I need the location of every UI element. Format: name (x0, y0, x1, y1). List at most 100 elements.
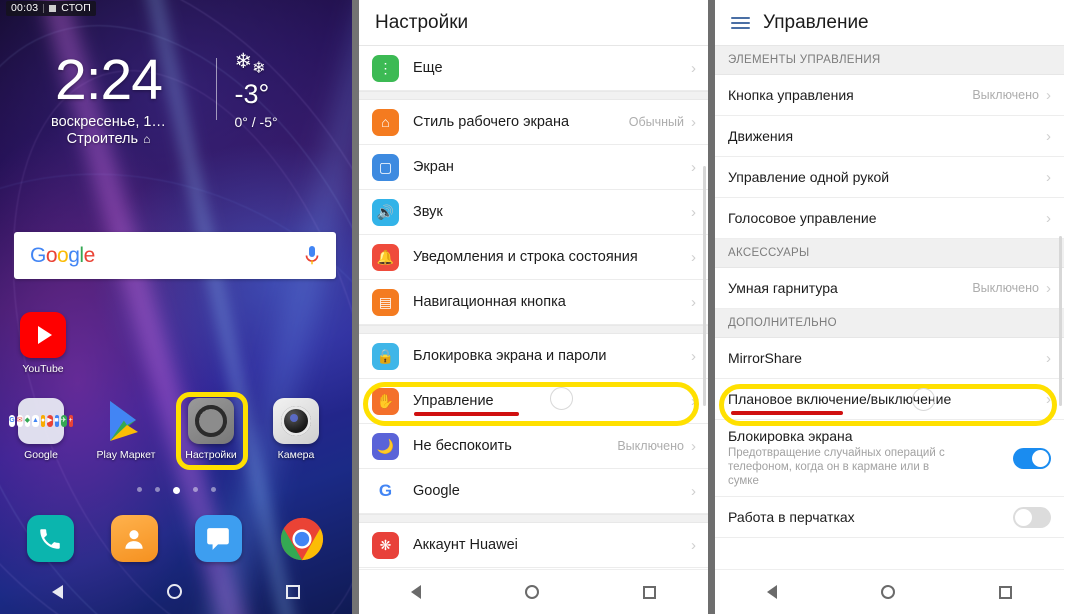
settings-row-dnd[interactable]: 🌙 Не беспокоить Выключено › (359, 424, 708, 469)
scrollbar[interactable] (703, 166, 706, 406)
home-icon[interactable] (167, 584, 182, 599)
app-google-folder[interactable]: G ✉ ◆ ▲ ● ▶ ■ ✈ + Google (8, 398, 74, 461)
contacts-icon[interactable] (110, 515, 158, 562)
scrollbar[interactable] (1059, 236, 1062, 406)
three-phone-screenshots: 00:03 СТОП 2:24 воскресенье, 1… Строител… (0, 0, 1070, 614)
settings-panel: Настройки ⋮ Еще › ⌂ Стиль рабочего экран… (359, 0, 708, 614)
row-label: Еще (413, 60, 443, 76)
row-subtitle: Предотвращение случайных операций с теле… (728, 447, 945, 487)
row-value: Выключено (972, 281, 1039, 295)
back-icon[interactable] (52, 584, 63, 599)
status-bar: 00:03 СТОП (0, 0, 352, 17)
stop-square-icon (49, 4, 57, 12)
chevron-right-icon: › (691, 113, 696, 131)
row-label: Навигационная кнопка (413, 294, 566, 310)
app-settings[interactable]: Настройки (178, 398, 244, 461)
row-label: Управление одной рукой (728, 169, 890, 185)
row-label: Умная гарнитура (728, 280, 838, 296)
app-camera[interactable]: Камера (263, 398, 329, 461)
recents-icon[interactable] (999, 585, 1012, 599)
home-icon[interactable] (525, 585, 539, 599)
app-label: YouTube (22, 363, 64, 375)
display-icon: ▢ (372, 153, 399, 181)
control-row-mirrorshare[interactable]: MirrorShare › (715, 338, 1064, 379)
navigation-bar (715, 569, 1064, 614)
row-label: Звук (413, 204, 443, 220)
settings-row-notifications[interactable]: 🔔 Уведомления и строка состояния › (359, 235, 708, 280)
group-separator (359, 514, 708, 523)
play-store-icon (103, 398, 149, 444)
section-header-accessories: АКСЕССУАРЫ (715, 239, 1064, 268)
control-row-smart-headset[interactable]: Умная гарнитура Выключено › (715, 268, 1064, 309)
group-separator (359, 91, 708, 100)
settings-row-control[interactable]: ✋ Управление › (359, 379, 708, 424)
section-header-controls: ЭЛЕМЕНТЫ УПРАВЛЕНИЯ (715, 46, 1064, 75)
section-header-additional: ДОПОЛНИТЕЛЬНО (715, 309, 1064, 338)
pill-divider (43, 3, 45, 13)
control-row-motions[interactable]: Движения › (715, 116, 1064, 157)
control-row-one-hand[interactable]: Управление одной рукой › (715, 157, 1064, 198)
app-label: Google (24, 449, 58, 461)
row-label: MirrorShare (728, 350, 802, 366)
row-label: Кнопка управления (728, 87, 854, 103)
settings-row-nav-button[interactable]: ▤ Навигационная кнопка › (359, 280, 708, 325)
youtube-icon (20, 312, 66, 358)
row-label: Уведомления и строка состояния (413, 249, 638, 265)
hamburger-icon[interactable] (731, 16, 750, 29)
chevron-right-icon: › (1046, 168, 1051, 186)
app-youtube[interactable]: YouTube (10, 312, 76, 375)
app-label: Настройки (185, 449, 237, 461)
control-list[interactable]: ЭЛЕМЕНТЫ УПРАВЛЕНИЯ Кнопка управления Вы… (715, 46, 1064, 569)
chevron-right-icon: › (691, 158, 696, 176)
group-separator (359, 325, 708, 334)
home-icon[interactable] (881, 585, 895, 599)
more-icon: ⋮ (372, 54, 399, 82)
settings-row-lockscreen[interactable]: 🔒 Блокировка экрана и пароли › (359, 334, 708, 379)
settings-row-more[interactable]: ⋮ Еще › (359, 46, 708, 91)
underline-mirrorshare (731, 411, 843, 415)
moon-icon: 🌙 (372, 432, 399, 460)
row-label: Плановое включение/выключение (728, 391, 952, 407)
control-header: Управление (715, 0, 1064, 46)
control-row-screen-lock[interactable]: Блокировка экрана Предотвращение случайн… (715, 420, 1064, 497)
gloves-toggle[interactable] (1013, 506, 1051, 528)
stop-label: СТОП (61, 2, 91, 14)
tap-marker-control (550, 387, 573, 410)
control-row-gloves[interactable]: Работа в перчатках (715, 497, 1064, 538)
chevron-right-icon: › (691, 392, 696, 410)
recents-icon[interactable] (643, 585, 656, 599)
row-label: Не беспокоить (413, 438, 512, 454)
page-title: Управление (763, 11, 869, 33)
chevron-right-icon: › (1046, 209, 1051, 227)
settings-row-google[interactable]: G Google › (359, 469, 708, 514)
settings-header: Настройки (359, 0, 708, 46)
settings-row-display[interactable]: ▢ Экран › (359, 145, 708, 190)
back-icon[interactable] (411, 585, 421, 599)
row-label: Google (413, 483, 460, 499)
row-value: Обычный (628, 115, 684, 129)
page-indicator (0, 487, 352, 494)
control-row-voice[interactable]: Голосовое управление › (715, 198, 1064, 239)
messages-icon[interactable] (194, 515, 242, 562)
settings-row-home-style[interactable]: ⌂ Стиль рабочего экрана Обычный › (359, 100, 708, 145)
chevron-right-icon: › (691, 293, 696, 311)
screen-lock-toggle[interactable] (1013, 447, 1051, 469)
screen-recorder-pill[interactable]: 00:03 СТОП (6, 1, 96, 16)
settings-list[interactable]: ⋮ Еще › ⌂ Стиль рабочего экрана Обычный … (359, 46, 708, 569)
google-icon: G (372, 477, 399, 505)
control-row-control-button[interactable]: Кнопка управления Выключено › (715, 75, 1064, 116)
app-label: Камера (277, 449, 315, 461)
hand-control-icon: ✋ (372, 387, 399, 415)
back-icon[interactable] (767, 585, 777, 599)
row-label: Голосовое управление (728, 210, 877, 226)
phone-icon[interactable] (26, 515, 74, 562)
row-value: Выключено (972, 88, 1039, 102)
chrome-icon[interactable] (279, 515, 326, 562)
app-play-market[interactable]: Play Маркет (93, 398, 159, 461)
panel-divider-1 (352, 0, 359, 614)
row-label: Блокировка экрана (728, 428, 853, 444)
settings-row-sound[interactable]: 🔊 Звук › (359, 190, 708, 235)
google-folder-icon: G ✉ ◆ ▲ ● ▶ ■ ✈ + (9, 398, 73, 444)
settings-row-huawei-account[interactable]: ❋ Аккаунт Huawei › (359, 523, 708, 568)
recents-icon[interactable] (286, 584, 300, 599)
